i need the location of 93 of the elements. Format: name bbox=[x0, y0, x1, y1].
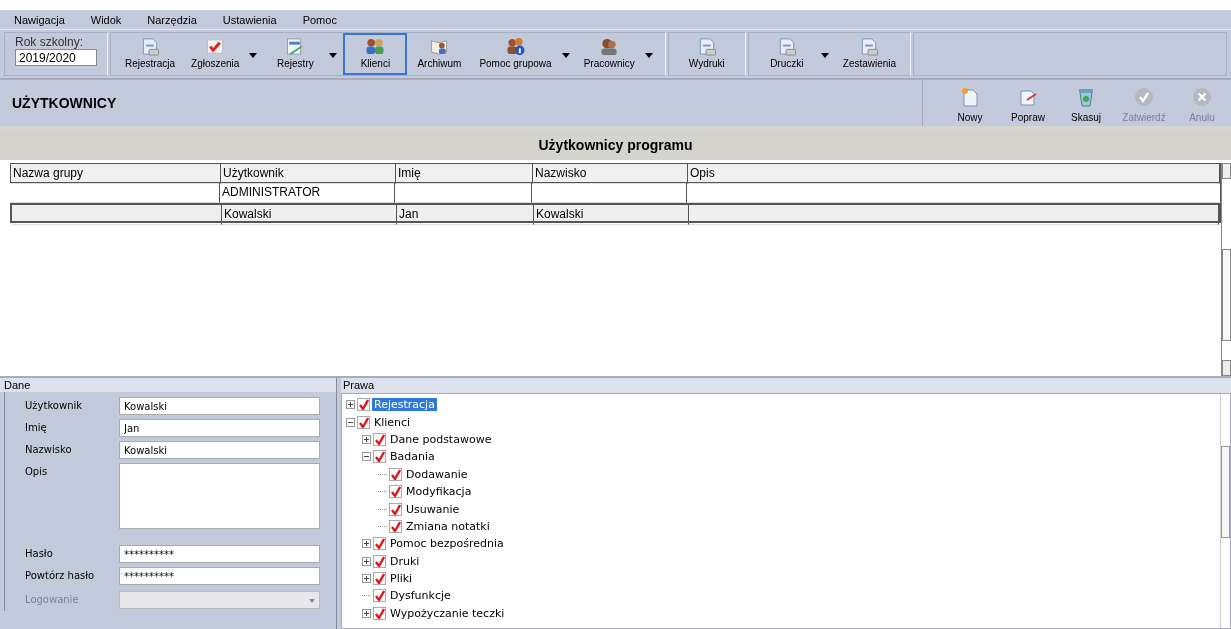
checkbox[interactable] bbox=[373, 537, 386, 551]
field-label: Opis bbox=[25, 465, 49, 477]
tree-item[interactable]: Rejestracja bbox=[372, 398, 437, 412]
toolbar-button[interactable]: Rejestry bbox=[263, 33, 328, 75]
checkmark-icon bbox=[1134, 87, 1154, 109]
tree-item[interactable]: Modyfikacja bbox=[404, 485, 474, 499]
checkbox[interactable] bbox=[373, 450, 386, 464]
text-field[interactable]: ********** bbox=[119, 545, 320, 563]
text-field[interactable]: ********** bbox=[119, 567, 320, 585]
tree-item[interactable]: Dane podstawowe bbox=[388, 432, 494, 446]
menu-item[interactable]: Nawigacja bbox=[14, 13, 65, 26]
checkbox[interactable] bbox=[373, 572, 386, 586]
table-cell: Kowalski bbox=[536, 207, 584, 221]
trash-icon bbox=[1076, 87, 1096, 109]
new-document-icon bbox=[960, 87, 980, 109]
tree-item[interactable]: Wypożyczanie teczki bbox=[388, 606, 507, 620]
toolbar-button[interactable]: Zestawienia bbox=[834, 33, 905, 75]
tree-item[interactable]: Zmiana notatki bbox=[404, 519, 492, 533]
column-header[interactable]: Nazwisko bbox=[533, 164, 688, 184]
field-label: Hasło bbox=[25, 547, 54, 559]
tree-item[interactable]: Badania bbox=[388, 450, 437, 464]
expand-icon[interactable] bbox=[362, 434, 371, 444]
toolbar-button[interactable]: Archiwum bbox=[407, 33, 472, 75]
menu-item[interactable]: Narzędzia bbox=[147, 13, 197, 26]
field-label: Powtórz hasło bbox=[25, 569, 96, 581]
tree-item[interactable]: Klienci bbox=[372, 415, 413, 429]
table-cell: Jan bbox=[399, 207, 419, 221]
expand-icon[interactable] bbox=[362, 539, 371, 549]
checkbox[interactable] bbox=[373, 589, 386, 603]
tree-item[interactable]: Dysfunkcje bbox=[388, 589, 453, 603]
tree-item[interactable]: Pliki bbox=[388, 572, 415, 586]
toolbar-button[interactable]: Druczki bbox=[754, 33, 819, 75]
checkbox[interactable] bbox=[373, 432, 386, 446]
collapse-icon[interactable] bbox=[362, 452, 371, 462]
table-cell: Kowalski bbox=[224, 207, 272, 221]
toolbar-button[interactable]: Klienci bbox=[343, 33, 408, 75]
column-header[interactable]: Użytkownik bbox=[221, 164, 396, 184]
field-label: Imię bbox=[25, 421, 48, 433]
checkbox[interactable] bbox=[389, 467, 402, 481]
tree-item[interactable]: Dodawanie bbox=[404, 467, 470, 481]
field-label: Logowanie bbox=[25, 593, 80, 605]
book-person-icon bbox=[429, 37, 450, 56]
column-header[interactable]: Imię bbox=[396, 164, 533, 184]
document-printer-icon bbox=[140, 37, 160, 56]
menu-item[interactable]: Pomoc bbox=[302, 13, 337, 26]
document-printer-icon bbox=[859, 37, 880, 56]
toolbar-button[interactable]: Pracownicy bbox=[575, 33, 643, 75]
toolbar-button[interactable]: Nowy bbox=[941, 80, 999, 126]
toolbar-button[interactable]: Skasuj bbox=[1057, 80, 1115, 126]
edit-document-icon bbox=[1018, 87, 1038, 109]
field-label: Nazwisko bbox=[25, 443, 73, 455]
expand-icon[interactable] bbox=[362, 574, 371, 584]
people-info-icon bbox=[505, 37, 526, 56]
school-year-label: Rok szkolny: bbox=[15, 35, 85, 49]
people-icon bbox=[365, 37, 386, 56]
text-field[interactable]: Kowalski bbox=[119, 397, 320, 415]
collapse-icon[interactable] bbox=[346, 417, 355, 427]
tree-item[interactable]: Usuwanie bbox=[404, 502, 462, 516]
checkbox[interactable] bbox=[389, 519, 402, 533]
menu-item[interactable]: Widok bbox=[90, 13, 122, 26]
checkbox[interactable] bbox=[373, 606, 386, 620]
school-year-field[interactable]: 2019/2020 bbox=[15, 49, 97, 66]
scrollbar[interactable] bbox=[1221, 163, 1231, 376]
scrollbar[interactable] bbox=[1220, 394, 1230, 628]
tree-item[interactable]: Druki bbox=[388, 554, 422, 568]
checkmark-icon bbox=[205, 37, 226, 56]
menu-item[interactable]: Ustawienia bbox=[222, 13, 277, 26]
tree-item[interactable]: Pomoc bezpośrednia bbox=[388, 537, 506, 551]
column-header[interactable]: Opis bbox=[688, 164, 1220, 184]
toolbar-button[interactable]: Popraw bbox=[999, 80, 1057, 126]
table-title: Użytkownicy programu bbox=[0, 130, 1231, 163]
column-header[interactable]: Nazwa grupy bbox=[11, 164, 221, 184]
checkbox[interactable] bbox=[389, 502, 402, 516]
panel-title: Dane bbox=[0, 378, 336, 392]
toolbar-button[interactable]: Zgłoszenia bbox=[183, 33, 248, 75]
people-icon bbox=[599, 37, 620, 56]
toolbar-button[interactable]: Rejestracja bbox=[117, 33, 184, 75]
panel-title: Prawa bbox=[341, 378, 1231, 393]
checkbox[interactable] bbox=[389, 485, 402, 499]
table-cell: ADMINISTRATOR bbox=[222, 185, 321, 199]
checkbox[interactable] bbox=[357, 415, 370, 429]
text-field[interactable]: Jan bbox=[119, 419, 320, 437]
field-label: Użytkownik bbox=[25, 399, 84, 411]
section-title: UŻYTKOWNICY bbox=[12, 95, 118, 111]
text-field[interactable]: Kowalski bbox=[119, 441, 320, 459]
expand-icon[interactable] bbox=[362, 608, 371, 618]
table-row[interactable]: Kowalski Jan Kowalski bbox=[10, 203, 1221, 223]
expand-icon[interactable] bbox=[346, 400, 355, 410]
close-icon bbox=[1192, 87, 1212, 109]
checkbox[interactable] bbox=[357, 398, 370, 412]
checkbox[interactable] bbox=[373, 554, 386, 568]
expand-icon[interactable] bbox=[362, 556, 371, 566]
toolbar-button[interactable]: Pomoc grupowa bbox=[471, 33, 560, 75]
